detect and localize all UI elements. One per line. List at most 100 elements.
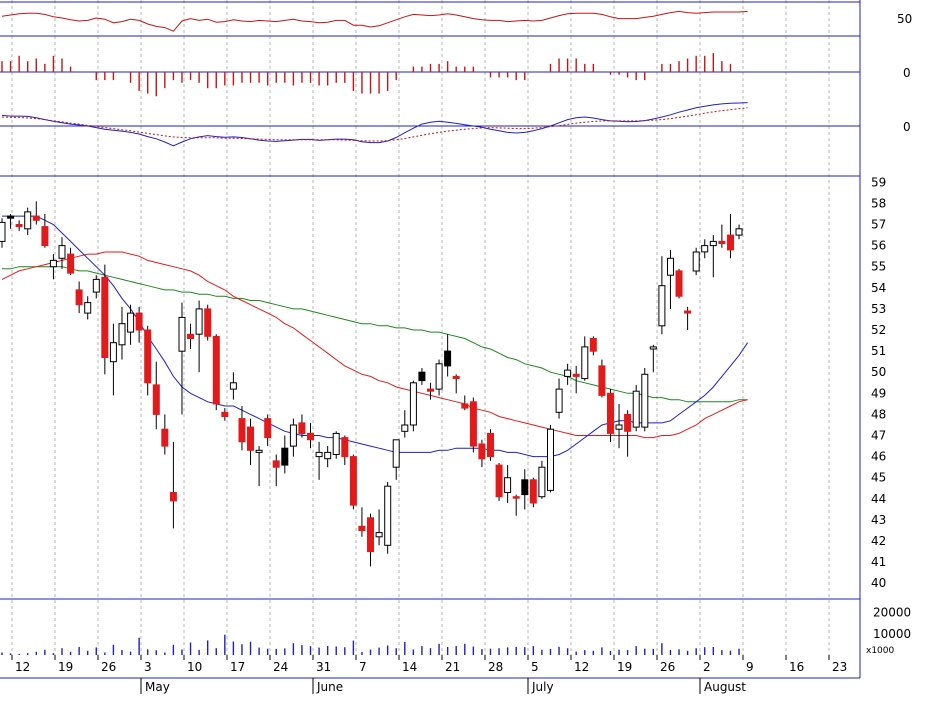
candle-body	[195, 308, 203, 335]
candle-body	[349, 456, 357, 506]
candle-body	[478, 443, 486, 460]
date-tick-label: 19	[58, 660, 73, 674]
candle-body	[92, 278, 100, 293]
candle-body	[221, 411, 229, 417]
candle-body	[701, 245, 709, 253]
candle-body	[24, 211, 32, 230]
candle-body	[547, 428, 554, 491]
candle-body	[649, 346, 657, 350]
price-tick-label: 57	[871, 218, 886, 232]
candle-body	[204, 308, 212, 337]
price-tick-label: 54	[871, 281, 886, 295]
candle-body	[375, 532, 383, 538]
candle-body	[324, 451, 332, 460]
candle-body	[135, 312, 143, 331]
oscillator-axis-label: 50	[897, 12, 912, 26]
candle-body	[15, 224, 23, 228]
candle-body	[101, 276, 109, 358]
date-tick-label: 19	[617, 660, 632, 674]
candle-body	[49, 259, 57, 268]
candle-body	[161, 428, 169, 447]
candle-body	[435, 363, 443, 390]
candle-body	[487, 432, 494, 458]
price-tick-label: 50	[871, 365, 886, 379]
stock-chart: 2000010000 59585756555453525150494847464…	[0, 0, 935, 714]
candle-body	[67, 253, 75, 274]
price-tick-label: 56	[871, 239, 886, 253]
price-tick-label: 47	[871, 429, 886, 443]
candle-body	[461, 403, 469, 409]
candle-body	[127, 312, 135, 333]
candle-body	[504, 477, 512, 494]
candle-body	[658, 285, 666, 327]
price-tick-label: 49	[871, 386, 886, 400]
candle-body	[58, 245, 66, 259]
candle-body	[281, 447, 289, 466]
candle-body	[152, 384, 160, 415]
candle-body	[358, 525, 366, 531]
chart-background	[0, 0, 935, 714]
candle-body	[75, 289, 83, 306]
candle-body	[212, 335, 220, 405]
candle-body	[0, 221, 6, 242]
price-tick-label: 44	[871, 492, 886, 506]
candle-body	[555, 388, 563, 413]
candle-body	[289, 424, 297, 447]
candle-body	[178, 316, 186, 352]
price-tick-label: 40	[871, 576, 886, 590]
candle-body	[392, 439, 400, 468]
date-tick-label: 14	[402, 660, 417, 674]
candle-body	[7, 215, 15, 219]
candle-body	[84, 302, 92, 314]
candle-body	[401, 424, 409, 432]
date-tick-label: 10	[187, 660, 202, 674]
candle-body	[307, 432, 314, 441]
price-tick-label: 45	[871, 471, 886, 485]
date-tick-label: 7	[359, 660, 367, 674]
candle-body	[255, 449, 263, 453]
candle-body	[315, 451, 323, 458]
month-label: May	[145, 680, 170, 694]
candle-body	[109, 342, 117, 363]
date-tick-label: 26	[101, 660, 116, 674]
price-tick-label: 52	[871, 323, 886, 337]
candle-body	[187, 333, 194, 339]
candle-body	[735, 228, 743, 236]
candle-body	[118, 323, 126, 346]
volume-tick-label: 20000	[873, 606, 911, 620]
candle-body	[675, 270, 683, 297]
candle-body	[538, 466, 546, 498]
date-tick-label: 21	[445, 660, 460, 674]
volume-unit-label: x1000	[866, 646, 895, 656]
date-tick-label: 12	[574, 660, 589, 674]
price-tick-label: 48	[871, 407, 886, 421]
candle-body	[427, 388, 434, 392]
candle-body	[495, 464, 503, 498]
price-tick-label: 42	[871, 534, 886, 548]
candle-body	[169, 492, 177, 502]
price-tick-label: 51	[871, 344, 886, 358]
candle-body	[718, 240, 726, 244]
price-tick-label: 55	[871, 260, 886, 274]
date-tick-label: 26	[660, 660, 675, 674]
candle-body	[444, 350, 452, 367]
price-tick-label: 46	[871, 450, 886, 464]
candle-body	[409, 382, 417, 426]
date-tick-label: 31	[316, 660, 331, 674]
candle-body	[469, 401, 477, 447]
date-tick-label: 9	[746, 660, 754, 674]
date-tick-label: 28	[488, 660, 503, 674]
candle-body	[624, 413, 632, 432]
volume-tick-label: 10000	[873, 627, 911, 641]
candle-body	[272, 460, 280, 468]
date-tick-label: 12	[15, 660, 30, 674]
month-label: July	[531, 680, 554, 694]
candle-body	[589, 338, 597, 352]
candle-body	[264, 418, 272, 439]
candle-body	[581, 346, 589, 380]
price-tick-label: 53	[871, 302, 886, 316]
candle-body	[341, 437, 349, 458]
candle-body	[632, 390, 640, 428]
candle-body	[144, 329, 152, 384]
date-tick-label: 2	[703, 660, 711, 674]
